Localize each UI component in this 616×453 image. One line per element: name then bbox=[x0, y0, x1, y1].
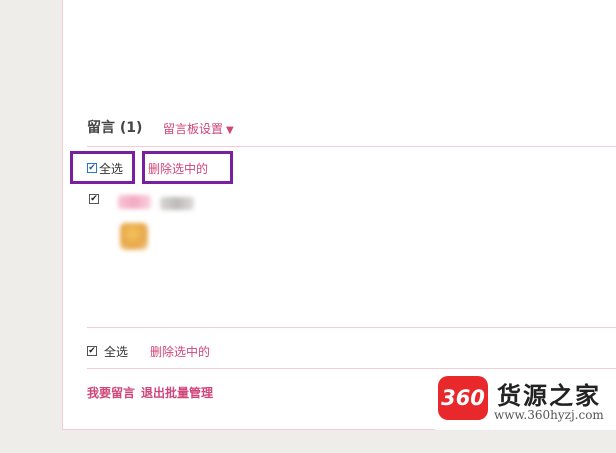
delete-selected-link-bottom[interactable]: 删除选中的 bbox=[150, 343, 210, 360]
blurred-username bbox=[118, 195, 151, 209]
footer-divider bbox=[87, 368, 616, 369]
settings-link-label: 留言板设置 bbox=[163, 122, 224, 136]
message-item-checkbox[interactable]: ✔ bbox=[89, 194, 99, 204]
message-board-settings-link[interactable]: 留言板设置 ▼ bbox=[163, 120, 234, 137]
select-all-checkbox-top[interactable]: ✔ bbox=[87, 163, 97, 173]
watermark: 360 货源之家 www.360hyzj.com bbox=[435, 370, 616, 430]
triangle-down-icon: ▼ bbox=[226, 125, 234, 136]
exit-batch-management-link[interactable]: 退出批量管理 bbox=[141, 384, 213, 401]
select-all-label-top: 全选 bbox=[99, 162, 124, 176]
message-board-panel bbox=[62, 0, 616, 430]
leave-message-link[interactable]: 我要留言 bbox=[87, 384, 135, 401]
blurred-timestamp bbox=[160, 197, 194, 210]
list-divider bbox=[87, 327, 616, 328]
delete-selected-link-top[interactable]: 删除选中的 bbox=[148, 160, 208, 177]
header-divider bbox=[87, 146, 616, 147]
brand-logo-icon: 360 bbox=[438, 376, 488, 420]
messages-title: 留言 (1) bbox=[87, 120, 143, 136]
select-all-label-bottom: 全选 bbox=[104, 345, 129, 359]
blurred-avatar bbox=[120, 223, 148, 250]
select-all-checkbox-bottom[interactable]: ✔ bbox=[87, 346, 97, 356]
watermark-brand: 货源之家 bbox=[497, 381, 601, 410]
watermark-url: www.360hyzj.com bbox=[494, 408, 604, 422]
